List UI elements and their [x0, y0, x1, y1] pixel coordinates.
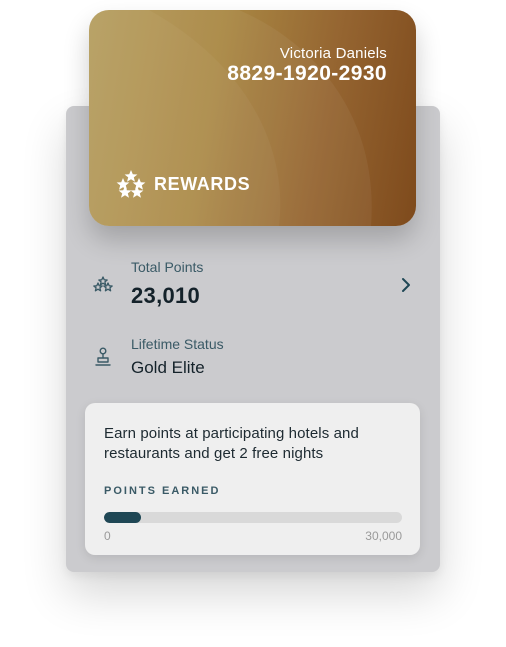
lifetime-status-label: Lifetime Status: [131, 336, 224, 352]
rewards-card[interactable]: Victoria Daniels 8829-1920-2930 REWARDS: [89, 10, 416, 226]
lifetime-status-value: Gold Elite: [131, 358, 205, 377]
points-progress-bar: [104, 512, 402, 523]
card-brand-label: REWARDS: [154, 173, 251, 194]
total-points-label: Total Points: [131, 259, 204, 275]
card-brand: REWARDS: [116, 170, 250, 198]
points-progress-fill: [104, 512, 142, 523]
stars-icon: [116, 170, 146, 198]
total-points-value: 23,010: [131, 283, 201, 308]
card-holder-name: Victoria Daniels: [279, 45, 387, 62]
progress-min-label: 0: [104, 529, 111, 543]
rewards-screen: Victoria Daniels 8829-1920-2930 REWARDS: [0, 0, 506, 647]
chevron-right-icon[interactable]: [397, 276, 415, 294]
promo-text: Earn points at participating hotels and …: [104, 425, 359, 462]
stars-outline-icon: [93, 276, 113, 292]
progress-max-label: 30,000: [365, 529, 402, 543]
bellhop-icon: [95, 347, 111, 366]
card-number: 8829-1920-2930: [227, 62, 387, 85]
promo-card: Earn points at participating hotels and …: [85, 403, 420, 555]
points-earned-caption: POINTS EARNED: [104, 485, 221, 497]
